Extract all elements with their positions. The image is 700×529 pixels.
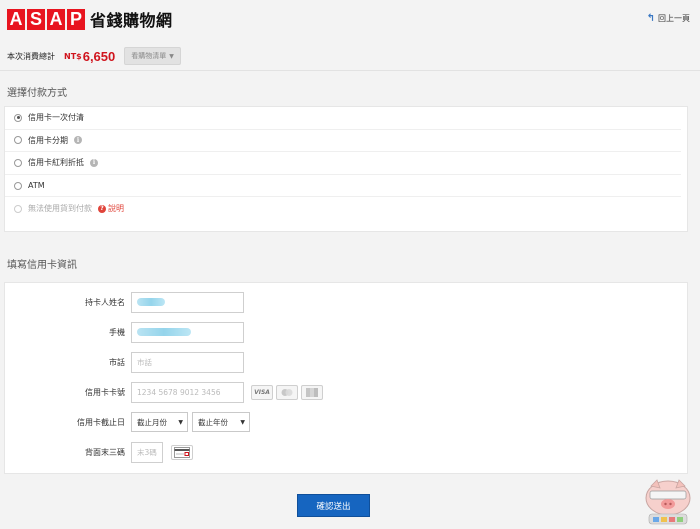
- mastercard-logo-icon: [276, 384, 298, 400]
- payment-option-label: 信用卡一次付清: [28, 113, 84, 123]
- form-row-mobile: 手機: [5, 321, 687, 343]
- phone-label: 市話: [109, 357, 125, 367]
- card-back-icon: [171, 444, 193, 460]
- radio-bonus[interactable]: [14, 158, 22, 167]
- payment-option-full[interactable]: 信用卡一次付清: [5, 107, 681, 130]
- payment-option-atm[interactable]: ATM: [5, 175, 681, 198]
- cardholder-name-input[interactable]: [131, 291, 244, 313]
- shopping-list-label: 看購物清單: [131, 52, 167, 60]
- total-amount: 6,650: [82, 48, 116, 64]
- pig-mascot-icon: [645, 479, 691, 525]
- shopping-list-button[interactable]: 看購物清單 ▼: [124, 47, 181, 65]
- radio-installment[interactable]: [14, 136, 22, 145]
- redacted-value: [137, 328, 191, 336]
- expiry-month-value: 截止月份: [137, 417, 167, 427]
- card-number-label: 信用卡卡號: [85, 387, 125, 397]
- radio-cod: [14, 204, 22, 213]
- payment-option-label: 信用卡紅利折抵: [28, 158, 84, 168]
- expiry-month-select[interactable]: 截止月份 ▼: [131, 412, 188, 432]
- payment-options-card: 信用卡一次付清 信用卡分期 i 信用卡紅利折抵 i ATM 無法使用貨到付款 ?…: [4, 106, 688, 232]
- form-row-phone: 市話 市話: [5, 351, 687, 373]
- cvv-input[interactable]: 末3碼: [131, 441, 163, 463]
- info-icon[interactable]: i: [74, 136, 82, 145]
- card-number-input[interactable]: 1234 5678 9012 3456: [131, 381, 244, 403]
- radio-full[interactable]: [14, 113, 22, 122]
- cvv-label: 背面末三碼: [85, 447, 125, 457]
- mobile-label: 手機: [109, 327, 125, 337]
- explain-link[interactable]: 說明: [108, 203, 124, 214]
- total-label: 本次消費總計: [7, 51, 55, 61]
- chevron-down-icon: ▼: [240, 418, 245, 426]
- logo-letter-p: P: [67, 8, 85, 30]
- expiry-year-value: 截止年份: [198, 417, 228, 427]
- order-total-row: 本次消費總計 NT$ 6,650 看購物清單 ▼: [7, 47, 181, 65]
- logo-letter-a2: A: [47, 8, 65, 30]
- expiry-label: 信用卡截止日: [77, 417, 125, 427]
- form-row-expiry: 信用卡截止日 截止月份 ▼ 截止年份 ▼: [5, 411, 687, 433]
- chevron-down-icon: ▼: [169, 52, 174, 60]
- form-row-name: 持卡人姓名: [5, 291, 687, 313]
- logo-letter-s: S: [27, 8, 45, 30]
- back-link[interactable]: ↰ 回上一頁: [647, 13, 690, 24]
- form-row-card: 信用卡卡號 1234 5678 9012 3456 VISA: [5, 381, 687, 403]
- back-link-label: 回上一頁: [658, 14, 690, 23]
- payment-section-title: 選擇付款方式: [7, 88, 67, 99]
- total-currency: NT$: [64, 51, 82, 61]
- logo-text: 省錢購物網: [90, 11, 173, 30]
- help-icon[interactable]: ?: [98, 204, 106, 213]
- jcb-logo-icon: [301, 384, 323, 400]
- card-info-card: 持卡人姓名 手機 市話 市話 信用卡卡號 1234 5678 9012 3456…: [4, 282, 688, 474]
- mobile-input[interactable]: [131, 321, 244, 343]
- info-icon[interactable]: i: [90, 158, 98, 167]
- submit-button[interactable]: 確認送出: [297, 494, 370, 517]
- header-divider: [0, 70, 700, 71]
- payment-option-label: ATM: [28, 181, 45, 191]
- visa-logo-icon: VISA: [251, 384, 273, 400]
- logo-letter-a: A: [7, 8, 25, 30]
- name-label: 持卡人姓名: [85, 297, 125, 307]
- back-arrow-icon: ↰: [646, 13, 655, 24]
- payment-option-bonus[interactable]: 信用卡紅利折抵 i: [5, 152, 681, 175]
- expiry-year-select[interactable]: 截止年份 ▼: [192, 412, 250, 432]
- payment-option-label: 信用卡分期: [28, 135, 68, 145]
- phone-input[interactable]: 市話: [131, 351, 244, 373]
- payment-option-installment[interactable]: 信用卡分期 i: [5, 130, 681, 153]
- chevron-down-icon: ▼: [178, 418, 183, 426]
- site-logo[interactable]: A S A P 省錢購物網: [7, 7, 173, 31]
- radio-atm[interactable]: [14, 181, 22, 190]
- redacted-value: [137, 298, 165, 306]
- card-section-title: 填寫信用卡資訊: [7, 260, 77, 271]
- form-row-cvv: 背面末三碼 末3碼: [5, 441, 687, 463]
- payment-option-label: 無法使用貨到付款: [28, 204, 92, 214]
- payment-option-cod: 無法使用貨到付款 ? 說明: [5, 197, 681, 220]
